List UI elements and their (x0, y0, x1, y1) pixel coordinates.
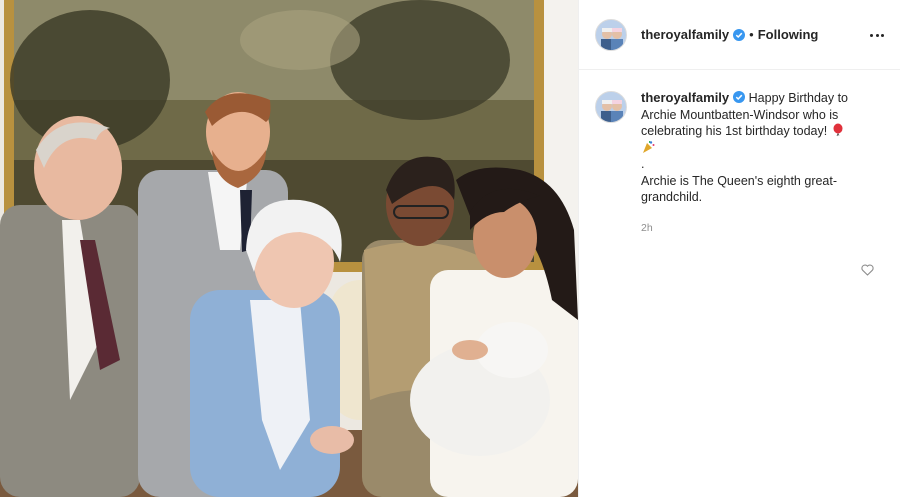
verified-badge-icon (733, 91, 746, 103)
caption-line-6: grandchild. (641, 190, 703, 204)
heart-icon[interactable] (861, 264, 874, 276)
caption-line-3-text: celebrating his 1st birthday today! (641, 124, 828, 138)
more-options-icon[interactable] (870, 28, 884, 42)
caption-line-2: Archie Mountbatten-Windsor who is (641, 107, 839, 122)
caption-body: theroyalfamily Happy Birthday to Archie … (641, 90, 871, 236)
following-button[interactable]: Following (758, 27, 819, 42)
party-popper-emoji (643, 140, 655, 153)
caption-line-1: Happy Birthday to (748, 91, 848, 105)
caption-line-4 (641, 140, 871, 157)
separator-dot: • (749, 27, 754, 42)
caption-avatar[interactable] (595, 91, 627, 123)
username-link[interactable]: theroyalfamily (641, 27, 729, 42)
family-photo-illustration (0, 0, 578, 497)
caption-dot-line: . (641, 157, 645, 171)
caption-line-3: celebrating his 1st birthday today! (641, 123, 871, 140)
post-timestamp[interactable]: 2h (641, 220, 871, 237)
post-photo[interactable] (0, 0, 578, 497)
post-side-panel: theroyalfamily • Following theroyalfamil… (578, 0, 900, 497)
verified-badge-icon (733, 28, 746, 41)
balloon-emoji (833, 123, 843, 137)
caption-username-link[interactable]: theroyalfamily (641, 90, 729, 105)
post-header: theroyalfamily • Following (579, 0, 900, 70)
caption-line-5: Archie is The Queen's eighth great- (641, 173, 838, 188)
profile-avatar[interactable] (595, 18, 627, 51)
caption-block: theroyalfamily Happy Birthday to Archie … (579, 70, 900, 236)
